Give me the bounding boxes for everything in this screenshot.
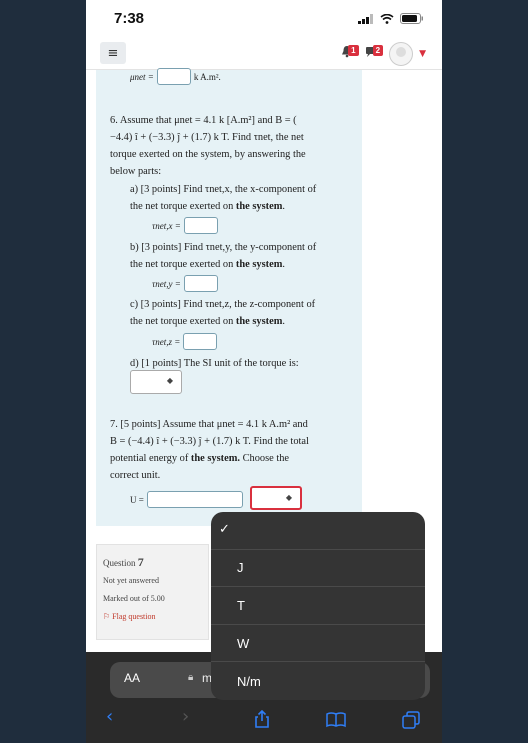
user-avatar[interactable] — [389, 42, 414, 66]
torque-unit-select[interactable] — [130, 370, 182, 394]
flag-question-link[interactable]: ⚐ Flag question — [103, 608, 202, 626]
nav-right-group: 1 2 ▼ — [341, 42, 426, 66]
picker-option[interactable]: T — [211, 587, 425, 625]
unit-picker-menu: ✓ J T W N/m — [211, 512, 425, 700]
share-icon[interactable] — [254, 710, 270, 728]
q6c-line: c) [3 points] Find τnet,z, the z-compone… — [130, 299, 316, 310]
hamburger-menu-button[interactable]: ≡ — [100, 42, 126, 64]
question-prefix: Question — [103, 558, 136, 568]
lock-icon: 🔒︎ — [188, 672, 194, 683]
status-bar: 7:38 — [86, 0, 442, 36]
prev-answer-unit: k A.m². — [193, 71, 221, 82]
picker-option[interactable]: W — [211, 625, 425, 663]
q6c-bold: the system — [235, 316, 283, 327]
energy-unit-select[interactable] — [250, 486, 302, 510]
tau-z-label: τnet,z = — [152, 336, 181, 347]
tau-z-input[interactable] — [183, 333, 218, 350]
q7-line: correct unit. — [110, 470, 161, 481]
reader-settings-button[interactable]: AA — [124, 671, 140, 685]
q6a-line: the net torque exerted on — [130, 201, 234, 212]
notifications-button[interactable]: 1 — [341, 45, 359, 63]
q7-text: 7. [5 points] Assume that μnet = 4.1 k A… — [110, 416, 348, 484]
checkmark-icon: ✓ — [219, 522, 230, 537]
tau-y-label: τnet,y = — [152, 278, 181, 289]
bookmarks-icon[interactable] — [326, 712, 346, 728]
picker-option[interactable]: J — [211, 550, 425, 588]
energy-input[interactable] — [146, 491, 243, 508]
question-marks: Marked out of 5.00 — [103, 594, 165, 603]
forward-icon[interactable]: › — [182, 706, 189, 727]
tau-x-label: τnet,x = — [152, 220, 181, 231]
message-badge: 2 — [372, 45, 384, 56]
q6a-text: a) [3 points] Find τnet,x, the x-compone… — [130, 181, 350, 215]
q6-line: −4.4) î + (−3.3) ĵ + (1.7) k T. Find τne… — [110, 132, 304, 143]
user-menu-caret-icon[interactable]: ▼ — [419, 49, 426, 59]
q7-answer-row: U = — [130, 491, 243, 508]
q6a-bold: the system — [235, 201, 283, 212]
top-navigation: ≡ 1 2 ▼ — [86, 36, 442, 70]
q7-line: B = (−4.4) î + (−3.3) ĵ + (1.7) k T. Fin… — [110, 436, 309, 447]
battery-icon — [400, 13, 423, 24]
flag-icon: ⚐ — [103, 612, 111, 621]
question-number: Question 7 — [103, 553, 202, 572]
q6b-line: the net torque exerted on — [130, 259, 234, 270]
q6b-bold: the system — [235, 259, 283, 270]
question-content-area: μnet = k A.m². 6. Assume that μnet = 4.1… — [96, 68, 362, 526]
q7-line: potential energy of — [110, 453, 189, 464]
q7-bold: the system. — [190, 453, 240, 464]
q6b-answer-row: τnet,y = — [152, 275, 218, 292]
status-icons — [358, 13, 424, 24]
tau-x-input[interactable] — [183, 217, 218, 234]
prev-answer-row: μnet = k A.m². — [130, 68, 221, 85]
back-icon[interactable]: ‹ — [106, 706, 113, 727]
q7-line: Choose the — [242, 453, 290, 464]
picker-option-empty[interactable]: ✓ — [211, 512, 425, 550]
status-time: 7:38 — [114, 10, 145, 27]
q6-line: torque exerted on the system, by answeri… — [110, 149, 306, 160]
tabs-icon[interactable] — [402, 711, 420, 729]
notification-badge: 1 — [348, 45, 359, 56]
q6c-line: the net torque exerted on — [130, 316, 234, 327]
question-state: Not yet answered — [103, 576, 159, 585]
q6c-text: c) [3 points] Find τnet,z, the z-compone… — [130, 296, 350, 330]
signal-icon — [358, 13, 373, 24]
q6-text: 6. Assume that μnet = 4.1 k [A.m²] and B… — [110, 112, 348, 180]
q6a-answer-row: τnet,x = — [152, 217, 218, 234]
messages-button[interactable]: 2 — [365, 45, 384, 63]
q6-line: below parts: — [110, 166, 162, 177]
phone-screen: 7:38 ≡ 1 2 ▼ μnet = k A.m². 6. Assume th… — [86, 0, 442, 743]
menu-icon: ≡ — [107, 45, 119, 61]
q6a-line: a) [3 points] Find τnet,x, the x-compone… — [130, 184, 317, 195]
wifi-icon — [380, 13, 394, 24]
prev-answer-label: μnet = — [130, 71, 154, 82]
tau-y-input[interactable] — [183, 275, 218, 292]
energy-label: U = — [130, 494, 144, 505]
q7-line: 7. [5 points] Assume that μnet = 4.1 k A… — [110, 419, 308, 430]
question-info-panel: Question 7 Not yet answered Marked out o… — [96, 544, 209, 640]
q6c-answer-row: τnet,z = — [152, 333, 218, 350]
prev-answer-input[interactable] — [156, 68, 191, 85]
q6b-text: b) [3 points] Find τnet,y, the y-compone… — [130, 239, 350, 273]
q6b-line: b) [3 points] Find τnet,y, the y-compone… — [130, 242, 317, 253]
flag-question-label: Flag question — [112, 612, 156, 621]
question-number-value: 7 — [137, 555, 144, 569]
picker-option[interactable]: N/m — [211, 662, 425, 700]
q6-line: 6. Assume that μnet = 4.1 k [A.m²] and B… — [110, 115, 297, 126]
